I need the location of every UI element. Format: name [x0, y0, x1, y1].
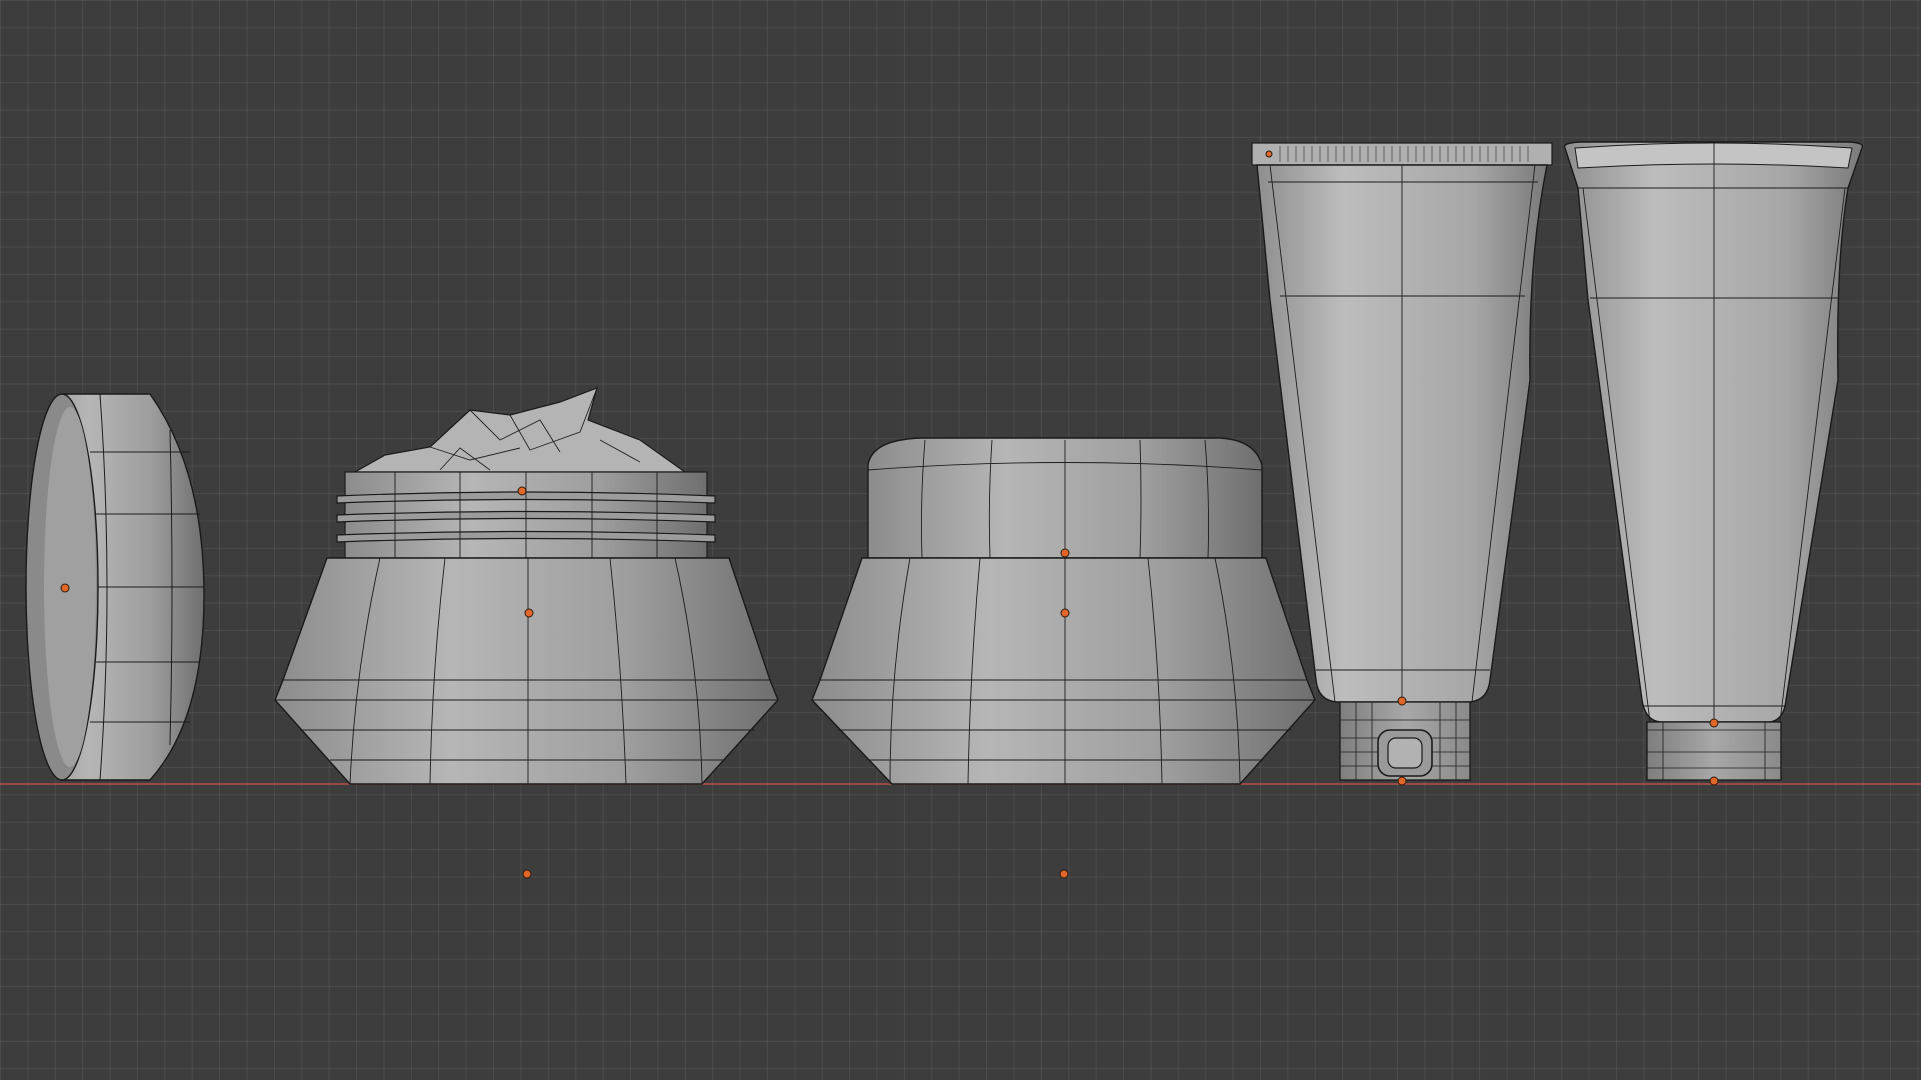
viewport-scene[interactable] [0, 0, 1921, 1080]
jar-with-cream-origin-below [522, 869, 532, 879]
tube-closed-object[interactable] [1563, 141, 1864, 786]
3d-viewport[interactable] [0, 0, 1921, 1080]
jar-closed-origin-below [1059, 869, 1069, 879]
jar-with-cream-object[interactable] [274, 387, 779, 785]
jar-lid-object[interactable] [25, 393, 205, 781]
jar-closed-object[interactable] [811, 437, 1316, 785]
